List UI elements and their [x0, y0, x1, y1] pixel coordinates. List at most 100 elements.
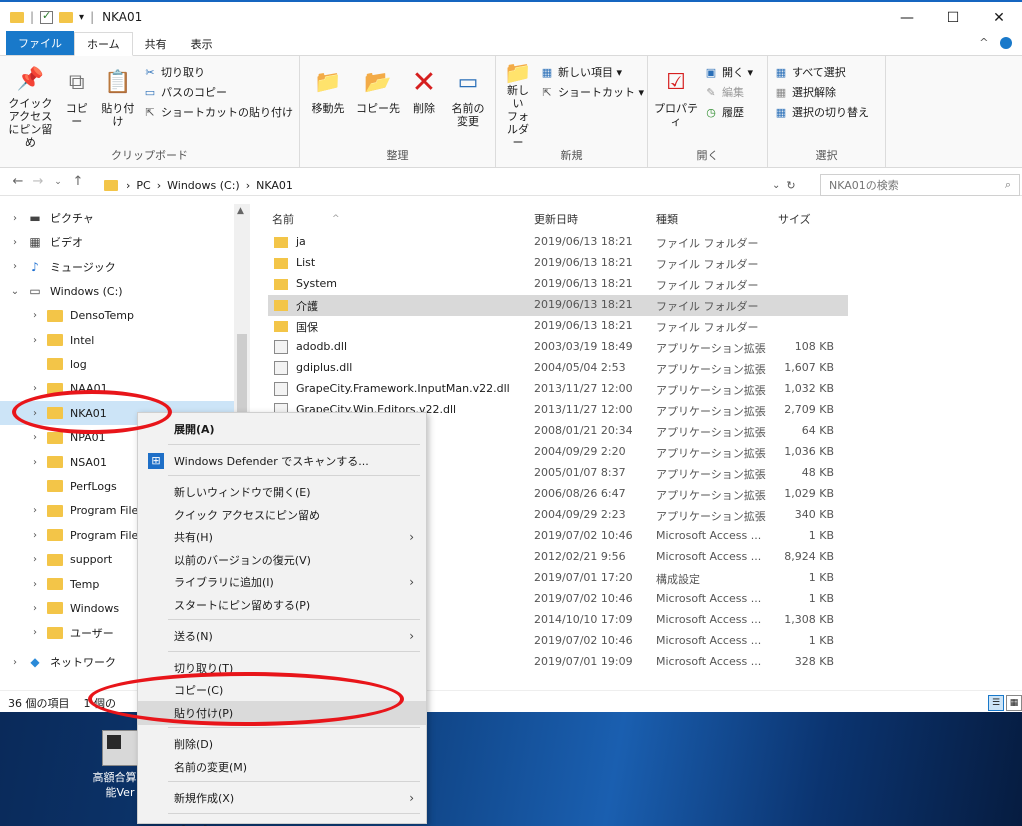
file-row[interactable]: GrapeCity.Framework.InputMan.v22.dll 2013…: [268, 379, 848, 400]
menu-item[interactable]: 送る(N) ›: [138, 624, 426, 648]
file-row[interactable]: adodb.dll 2003/03/19 18:49 アプリケーション拡張 108 K…: [268, 337, 848, 358]
properties-button[interactable]: ☑ プロパティ: [654, 60, 698, 149]
column-header-date[interactable]: 更新日時: [534, 208, 578, 230]
forward-arrow-icon[interactable]: →: [28, 174, 48, 189]
file-row[interactable]: 国保 2019/06/13 18:21 ファイル フォルダー: [268, 316, 848, 337]
column-header-size[interactable]: サイズ: [778, 208, 811, 230]
expand-chevron-icon[interactable]: ›: [28, 554, 42, 565]
copy-button[interactable]: ⧉ コピー: [61, 60, 93, 149]
menu-item[interactable]: スタートにピン留めする(P): [138, 593, 426, 617]
expand-chevron-icon[interactable]: ›: [28, 310, 42, 321]
properties-check-icon[interactable]: [40, 9, 54, 24]
path-segment-drive[interactable]: Windows (C:): [167, 179, 240, 192]
history-button[interactable]: ◷ 履歴: [704, 104, 753, 120]
menu-item[interactable]: 共有(H) ›: [138, 525, 426, 549]
new-folder-icon[interactable]: [59, 11, 74, 23]
nav-item[interactable]: › ♪ ミュージック: [0, 255, 234, 279]
menu-item[interactable]: 以前のバージョンの復元(V): [138, 548, 426, 572]
menu-item[interactable]: ライブラリに追加(I) ›: [138, 570, 426, 594]
path-dropdown-icon[interactable]: ⌄: [772, 180, 780, 191]
scroll-up-icon[interactable]: ▲: [237, 206, 244, 216]
details-view-icon[interactable]: ☰: [988, 695, 1004, 711]
move-to-button[interactable]: 📁 移動先: [306, 60, 350, 149]
invert-selection-button[interactable]: ▦ 選択の切り替え: [774, 104, 869, 120]
search-icon[interactable]: ⌕: [1005, 178, 1011, 192]
copy-to-button[interactable]: 📂 コピー先: [356, 60, 400, 149]
edit-button[interactable]: ✎ 編集: [704, 84, 753, 100]
path-segment-pc[interactable]: PC: [136, 179, 150, 192]
nav-item[interactable]: › ▬ ピクチャ: [0, 206, 234, 230]
menu-item[interactable]: 名前の変更(M): [138, 755, 426, 779]
expand-chevron-icon[interactable]: ⌄: [8, 286, 22, 297]
paste-shortcut-button[interactable]: ⇱ ショートカットの貼り付け: [143, 104, 293, 120]
delete-button[interactable]: ✕ 削除: [406, 60, 442, 149]
address-path[interactable]: › PC › Windows (C:) › NKA01: [104, 174, 772, 196]
path-segment-folder[interactable]: NKA01: [256, 179, 293, 192]
back-arrow-icon[interactable]: ←: [8, 174, 28, 189]
expand-chevron-icon[interactable]: ›: [28, 530, 42, 541]
customize-dropdown-icon[interactable]: ▾: [79, 12, 84, 23]
file-row[interactable]: gdiplus.dll 2004/05/04 2:53 アプリケーション拡張 1,60…: [268, 358, 848, 379]
column-header-type[interactable]: 種類: [656, 208, 678, 230]
menu-item[interactable]: 展開(A): [138, 417, 426, 441]
column-header-name[interactable]: 名前: [272, 208, 294, 230]
search-box[interactable]: ⌕: [820, 174, 1020, 196]
open-button[interactable]: ▣ 開く ▾: [704, 64, 753, 80]
expand-chevron-icon[interactable]: ›: [8, 657, 22, 668]
nav-item[interactable]: › NAA01: [0, 377, 234, 401]
nav-item[interactable]: ⌄ ▭ Windows (C:): [0, 279, 234, 303]
select-all-button[interactable]: ▦ すべて選択: [774, 64, 869, 80]
expand-chevron-icon[interactable]: ›: [28, 383, 42, 394]
menu-item[interactable]: クイック アクセスにピン留め: [138, 503, 426, 527]
paste-button[interactable]: 📋 貼り付け: [99, 60, 137, 149]
nav-item[interactable]: › Intel: [0, 328, 234, 352]
large-icons-view-icon[interactable]: ▦: [1006, 695, 1022, 711]
expand-chevron-icon[interactable]: ›: [8, 237, 22, 248]
easy-access-button[interactable]: ⇱ ショートカット ▾: [540, 84, 644, 100]
select-none-button[interactable]: ▦ 選択解除: [774, 84, 869, 100]
tab-share[interactable]: 共有: [133, 33, 179, 55]
close-button[interactable]: ✕: [976, 4, 1022, 32]
pin-quick-access-button[interactable]: 📌 クイック アクセス にピン留め: [6, 60, 55, 150]
nav-item[interactable]: log: [0, 352, 234, 376]
expand-chevron-icon[interactable]: ›: [8, 213, 22, 224]
tab-file[interactable]: ファイル: [6, 31, 74, 55]
menu-item[interactable]: 切り取り(T): [138, 656, 426, 680]
file-row[interactable]: ja 2019/06/13 18:21 ファイル フォルダー: [268, 232, 848, 253]
expand-chevron-icon[interactable]: ›: [28, 603, 42, 614]
tab-home[interactable]: ホーム: [74, 32, 133, 56]
menu-item[interactable]: 貼り付け(P): [138, 700, 426, 725]
cut-button[interactable]: ✂ 切り取り: [143, 64, 293, 80]
expand-chevron-icon[interactable]: ›: [8, 261, 22, 272]
menu-item[interactable]: 新規作成(X) ›: [138, 786, 426, 810]
tab-view[interactable]: 表示: [179, 33, 225, 55]
nav-item[interactable]: › ▦ ビデオ: [0, 230, 234, 254]
recent-dropdown-icon[interactable]: ⌄: [48, 177, 68, 187]
expand-chevron-icon[interactable]: ›: [28, 408, 42, 419]
maximize-button[interactable]: ☐: [930, 4, 976, 32]
new-folder-button[interactable]: 📁 新しい フォルダー: [502, 60, 534, 149]
new-item-button[interactable]: ▦ 新しい項目 ▾: [540, 64, 644, 80]
expand-chevron-icon[interactable]: ›: [28, 335, 42, 346]
file-row[interactable]: 介護 2019/06/13 18:21 ファイル フォルダー: [268, 295, 848, 316]
minimize-button[interactable]: —: [884, 4, 930, 32]
menu-item[interactable]: プロパティ(R): [138, 818, 426, 826]
rename-button[interactable]: ▭ 名前の 変更: [448, 60, 488, 149]
nav-item[interactable]: › DensoTemp: [0, 304, 234, 328]
menu-item[interactable]: 新しいウィンドウで開く(E): [138, 480, 426, 504]
menu-item[interactable]: コピー(C): [138, 678, 426, 702]
expand-chevron-icon[interactable]: ›: [28, 579, 42, 590]
search-input[interactable]: [829, 178, 989, 192]
file-row[interactable]: List 2019/06/13 18:21 ファイル フォルダー: [268, 253, 848, 274]
expand-chevron-icon[interactable]: ›: [28, 627, 42, 638]
file-row[interactable]: System 2019/06/13 18:21 ファイル フォルダー: [268, 274, 848, 295]
menu-item[interactable]: 削除(D): [138, 732, 426, 756]
expand-chevron-icon[interactable]: ›: [28, 432, 42, 443]
refresh-icon[interactable]: ↻: [786, 179, 795, 192]
help-icon[interactable]: [1000, 37, 1012, 49]
expand-chevron-icon[interactable]: ›: [28, 505, 42, 516]
up-arrow-icon[interactable]: ↑: [68, 174, 88, 189]
collapse-ribbon-icon[interactable]: ^: [979, 36, 988, 49]
copy-path-button[interactable]: ▭ パスのコピー: [143, 84, 293, 100]
expand-chevron-icon[interactable]: ›: [28, 457, 42, 468]
